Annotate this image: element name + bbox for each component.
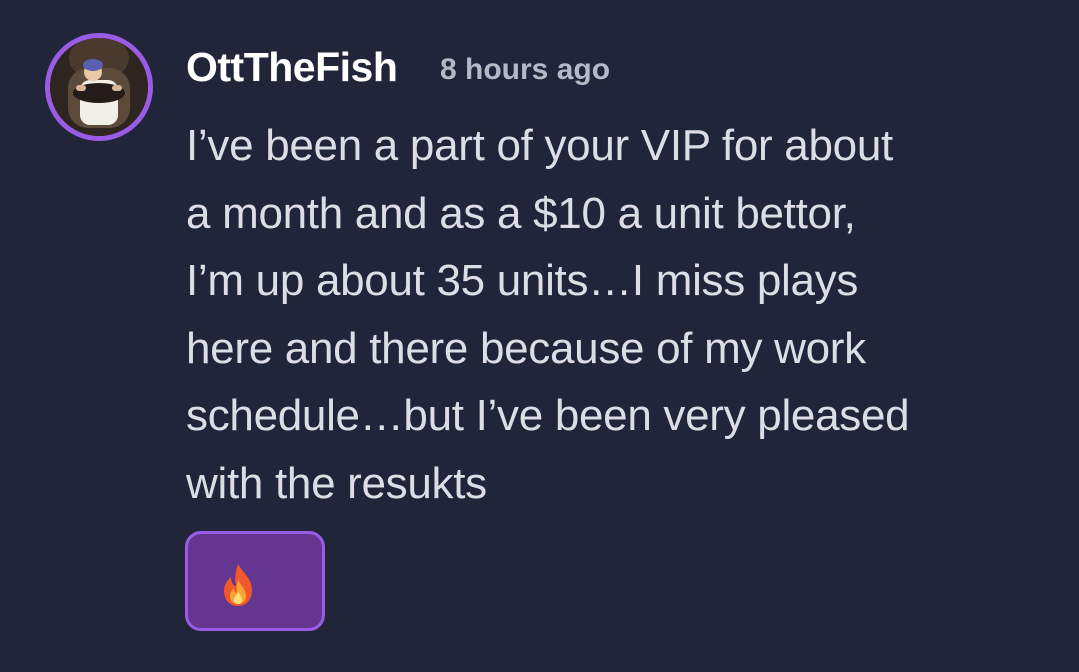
timestamp: 8 hours ago (440, 53, 611, 86)
fire-emoji-icon (224, 564, 252, 606)
chat-message: OttTheFish 8 hours ago I’ve been a part … (0, 0, 1079, 672)
avatar[interactable] (45, 33, 153, 141)
avatar-image-icon (50, 38, 148, 136)
user-avatar-photo (50, 38, 148, 136)
message-body: I’ve been a part of your VIP for about a… (186, 121, 910, 508)
reaction-button-fire[interactable] (185, 531, 325, 631)
username[interactable]: OttTheFish (186, 44, 398, 91)
